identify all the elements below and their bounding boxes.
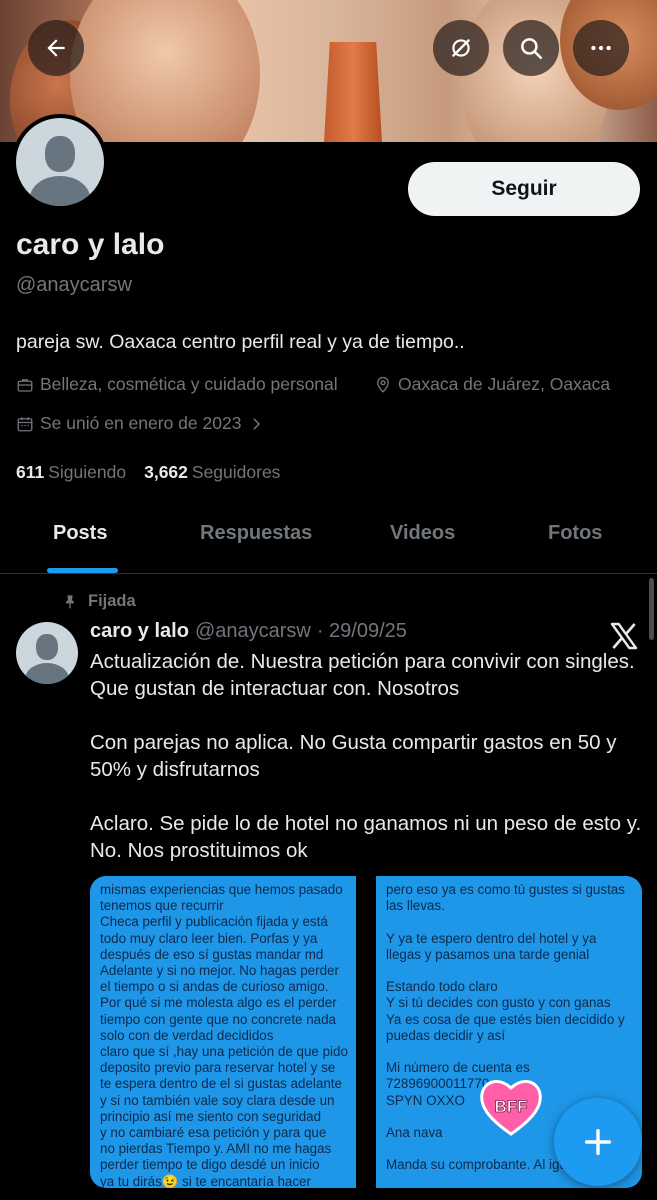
more-button[interactable] xyxy=(573,20,629,76)
post-image-left[interactable]: mismas experiencias que hemos pasado tene… xyxy=(90,876,356,1188)
joined-label: Se unió en enero de 2023 xyxy=(40,413,242,433)
following-count: 611 xyxy=(16,462,45,482)
image-text-line: deposito previo para reservar hotel y se xyxy=(100,1060,336,1076)
image-text-line xyxy=(386,963,632,979)
post-paragraph: Aclaro. Se pide lo de hotel no ganamos n… xyxy=(90,812,642,862)
post-paragraph: Actualización de. Nuestra petición para … xyxy=(90,650,635,700)
following-label: Siguiendo xyxy=(48,462,127,482)
post-author[interactable]: caro y lalo xyxy=(90,620,189,643)
image-text-line: claro que sí ,hay una petición de que pi… xyxy=(100,1044,348,1060)
image-text-line: Por qué si me molesta algo es el perder xyxy=(100,995,337,1011)
image-text-line: principio así me siento con seguridad xyxy=(100,1108,322,1124)
compose-button[interactable] xyxy=(554,1098,642,1186)
post-paragraph: Con parejas no aplica. No Gusta comparti… xyxy=(90,731,617,781)
image-text-line: te espera dentro de el si gustas adelant… xyxy=(100,1076,342,1092)
image-text-line: el tiempo o si andas de curioso amigo. xyxy=(100,979,329,995)
image-text-line: después de eso sí gustas mandar md xyxy=(100,946,324,962)
image-text-line: Checa perfil y publicación fijada y está xyxy=(100,914,328,930)
pinned-label: Fijada xyxy=(88,592,136,610)
image-text-line: Y ya te espero dentro del hotel y ya xyxy=(386,930,597,946)
image-text-line: perder tiempo te digo desdé un inicio xyxy=(100,1157,320,1173)
pin-icon xyxy=(66,594,74,609)
active-tab-indicator xyxy=(47,568,118,573)
image-text-line: las llevas. xyxy=(386,898,445,914)
tab-posts[interactable]: Posts xyxy=(53,522,107,545)
post-text: Actualización de. Nuestra petición para … xyxy=(90,648,646,891)
location-label: Oaxaca de Juárez, Oaxaca xyxy=(398,374,611,394)
image-text-line: tiempo con gente que no concrete nada xyxy=(100,1011,336,1027)
follow-button[interactable]: Seguir xyxy=(408,162,640,216)
banner-vase xyxy=(324,42,382,142)
profile-tabs: Posts Respuestas Videos Fotos xyxy=(0,510,657,574)
profile-banner[interactable] xyxy=(0,0,657,142)
post-header: caro y lalo @anaycarsw · 29/09/25 xyxy=(90,620,407,643)
briefcase-icon xyxy=(17,378,33,392)
image-text-line: todo muy claro leer bien. Porfas y ya xyxy=(100,930,318,946)
pinned-indicator: Fijada xyxy=(62,592,136,611)
post-date[interactable]: · 29/09/25 xyxy=(317,620,407,643)
profile-name: caro y lalo xyxy=(16,228,165,261)
profile-location: Oaxaca de Juárez, Oaxaca xyxy=(374,374,610,395)
default-avatar-icon xyxy=(16,118,104,206)
profile-joined[interactable]: Se unió en enero de 2023 xyxy=(16,413,265,434)
back-button[interactable] xyxy=(28,20,84,76)
sticker-text: BFF xyxy=(494,1097,527,1116)
image-text-line: pero eso ya es como tú gustes si gustas xyxy=(386,882,625,897)
profile-handle: @anaycarsw xyxy=(16,274,132,296)
back-arrow-icon xyxy=(47,39,65,57)
profile-bio: pareja sw. Oaxaca centro perfil real y y… xyxy=(16,331,465,353)
category-label: Belleza, cosmética y cuidado personal xyxy=(40,374,338,394)
tab-respuestas[interactable]: Respuestas xyxy=(200,522,312,545)
image-text-line: no pierdas Tiempo y. AMI no me hagas xyxy=(100,1141,332,1157)
followers-count: 3,662 xyxy=(144,462,188,482)
banner-figure xyxy=(70,0,260,142)
following-link[interactable]: 611 Siguiendo xyxy=(16,462,126,483)
image-text-line: Y si tú decides con gusto y con ganas xyxy=(386,995,611,1011)
image-text-line xyxy=(386,1044,632,1060)
image-text-line: puedas decidir y así xyxy=(386,1027,506,1043)
image-text-line: tenemos que recurrir xyxy=(100,898,224,914)
image-text-line: y no cambiaré esa petición y para que xyxy=(100,1125,327,1141)
image-text-line xyxy=(386,914,632,930)
grok-button[interactable] xyxy=(433,20,489,76)
plus-icon xyxy=(584,1128,612,1156)
image-text-line: Adelante y si no mejor. No hagas perder xyxy=(100,963,339,979)
chevron-right-icon xyxy=(253,417,261,430)
tab-fotos[interactable]: Fotos xyxy=(548,522,602,545)
grok-icon xyxy=(452,39,470,57)
image-text-line: mismas experiencias que hemos pasado xyxy=(100,882,343,897)
followers-link[interactable]: 3,662 Seguidores xyxy=(144,462,280,483)
more-icon xyxy=(591,45,611,51)
image-text-line: solo con de verdad decididos xyxy=(100,1027,274,1043)
tab-videos[interactable]: Videos xyxy=(390,522,455,545)
location-pin-icon xyxy=(377,376,389,393)
image-text-line: Estando todo claro xyxy=(386,979,498,995)
search-icon xyxy=(521,38,542,59)
scrollbar[interactable] xyxy=(649,578,654,640)
bff-heart-sticker: BFF xyxy=(480,1079,542,1136)
image-text-line: ya tu dirás😉 si te encantaría hacer xyxy=(100,1173,311,1188)
profile-category: Belleza, cosmética y cuidado personal xyxy=(16,374,338,395)
image-text-line: Ya es cosa de que estés bien decidido y xyxy=(386,1011,625,1027)
search-button[interactable] xyxy=(503,20,559,76)
image-text-line: y si no también vale soy clara desde un xyxy=(100,1092,335,1108)
post-avatar[interactable] xyxy=(16,622,78,684)
follow-counts: 611 Siguiendo 3,662 Seguidores xyxy=(16,462,280,483)
calendar-icon xyxy=(17,416,33,431)
followers-label: Seguidores xyxy=(191,462,281,482)
profile-avatar[interactable] xyxy=(12,114,108,210)
post-handle[interactable]: @anaycarsw xyxy=(195,620,311,643)
image-text-line: llegas y pasamos una tarde genial xyxy=(386,946,590,962)
